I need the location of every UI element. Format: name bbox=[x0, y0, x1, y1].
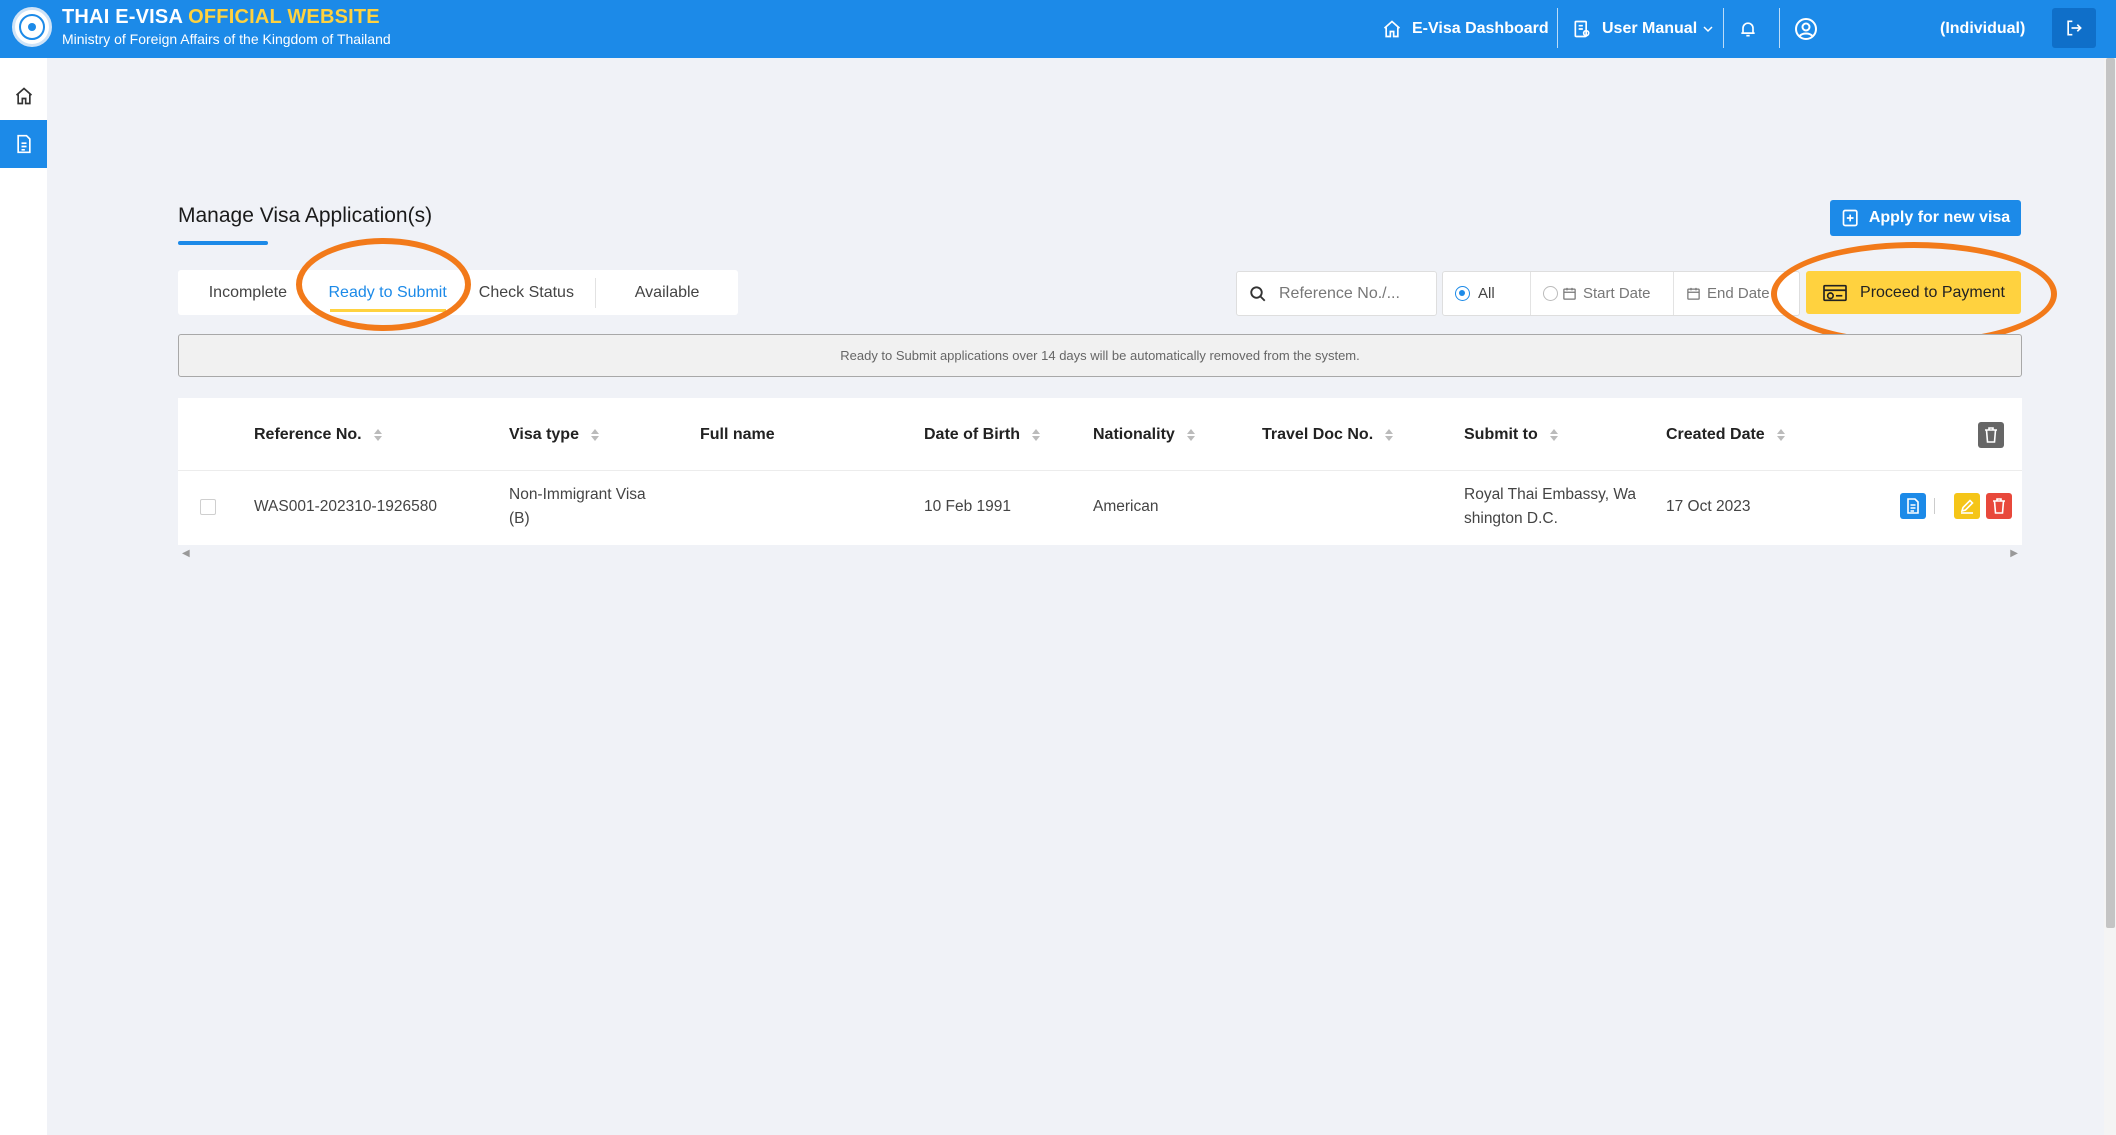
delete-selected-button[interactable] bbox=[1978, 422, 2004, 448]
brand[interactable]: THAI E-VISA OFFICIAL WEBSITE Ministry of… bbox=[12, 6, 391, 47]
apply-new-visa-button[interactable]: Apply for new visa bbox=[1830, 200, 2021, 236]
scrollbar-thumb[interactable] bbox=[2106, 58, 2115, 928]
column-created-date[interactable]: Created Date bbox=[1666, 398, 1785, 471]
tab-check-status[interactable]: Check Status bbox=[458, 270, 596, 315]
radio-icon bbox=[1543, 286, 1558, 301]
row-checkbox[interactable] bbox=[200, 499, 216, 515]
start-date-field[interactable]: Start Date bbox=[1531, 272, 1674, 315]
site-title: THAI E-VISA OFFICIAL WEBSITE bbox=[62, 6, 391, 29]
view-application-button[interactable] bbox=[1900, 493, 1926, 519]
site-title-accent: OFFICIAL WEBSITE bbox=[188, 6, 380, 28]
proceed-to-payment-button[interactable]: Proceed to Payment bbox=[1806, 271, 2021, 314]
table-header: Reference No. Visa type Full name Date o… bbox=[178, 398, 2022, 471]
end-date-field[interactable]: End Date bbox=[1674, 272, 1799, 315]
site-subtitle: Ministry of Foreign Affairs of the Kingd… bbox=[62, 31, 391, 47]
search-icon bbox=[1250, 285, 1266, 301]
radio-selected-icon bbox=[1455, 286, 1470, 301]
cell-visa-type: Non-Immigrant Visa (B) bbox=[509, 486, 646, 527]
delete-application-button[interactable] bbox=[1986, 493, 2012, 519]
sidebar-item-applications[interactable] bbox=[0, 120, 47, 168]
calendar-icon bbox=[1687, 287, 1700, 300]
filter-all-label: All bbox=[1478, 285, 1495, 302]
table-row: WAS001-202310-1926580 Non-Immigrant Visa… bbox=[178, 471, 2022, 543]
tab-ready-to-submit[interactable]: Ready to Submit bbox=[318, 270, 458, 315]
column-date-of-birth[interactable]: Date of Birth bbox=[924, 398, 1040, 471]
sidebar bbox=[0, 58, 47, 1135]
manual-icon bbox=[1574, 20, 1590, 38]
scroll-left-icon[interactable]: ◀ bbox=[182, 548, 190, 559]
profile-button[interactable] bbox=[1794, 0, 1828, 58]
cell-created-date: 17 Oct 2023 bbox=[1666, 498, 1751, 515]
column-submit-to[interactable]: Submit to bbox=[1464, 398, 1558, 471]
sidebar-item-home[interactable] bbox=[0, 72, 47, 120]
vertical-scrollbar[interactable] bbox=[2104, 58, 2116, 1135]
column-nationality[interactable]: Nationality bbox=[1093, 398, 1195, 471]
pencil-icon bbox=[1960, 499, 1974, 514]
apply-new-visa-label: Apply for new visa bbox=[1868, 209, 2011, 226]
sort-icon bbox=[1776, 428, 1785, 441]
chevron-down-icon bbox=[1703, 26, 1713, 33]
nav-user-manual-label: User Manual bbox=[1602, 20, 1698, 37]
home-icon bbox=[1383, 20, 1401, 38]
start-date-label: Start Date bbox=[1583, 285, 1651, 302]
sort-icon bbox=[1549, 428, 1558, 441]
cell-submit-to: Royal Thai Embassy, Washington D.C. bbox=[1464, 486, 1636, 527]
trash-icon bbox=[1993, 498, 2005, 514]
logout-button[interactable] bbox=[2052, 8, 2096, 48]
document-icon bbox=[1907, 498, 1919, 514]
cell-nationality: American bbox=[1093, 498, 1159, 515]
column-full-name: Full name bbox=[700, 425, 775, 443]
column-visa-type[interactable]: Visa type bbox=[509, 398, 599, 471]
date-filter: All Start Date End Date bbox=[1442, 271, 1800, 316]
nav-dashboard-label: E-Visa Dashboard bbox=[1412, 20, 1549, 37]
sort-icon bbox=[373, 428, 382, 441]
notifications-button[interactable] bbox=[1738, 0, 1768, 58]
add-document-icon bbox=[1842, 209, 1858, 227]
bell-icon bbox=[1741, 22, 1755, 37]
search-box bbox=[1236, 271, 1437, 316]
calendar-icon bbox=[1563, 287, 1576, 300]
info-notice: Ready to Submit applications over 14 day… bbox=[178, 334, 2022, 377]
nav-user-manual[interactable]: User Manual bbox=[1572, 0, 1713, 58]
account-type-label: (Individual) bbox=[1940, 20, 2026, 37]
user-circle-icon bbox=[1795, 18, 1817, 40]
trash-icon bbox=[1985, 427, 1997, 443]
cell-reference: WAS001-202310-1926580 bbox=[254, 498, 437, 515]
column-reference-no[interactable]: Reference No. bbox=[254, 398, 382, 471]
sort-icon bbox=[1385, 428, 1394, 441]
horizontal-scrollbar[interactable]: ◀ ▶ bbox=[178, 548, 2022, 559]
scroll-right-icon[interactable]: ▶ bbox=[2010, 548, 2018, 559]
tab-incomplete[interactable]: Incomplete bbox=[178, 270, 318, 315]
status-tabs: Incomplete Ready to Submit Check Status … bbox=[178, 270, 738, 315]
tab-available[interactable]: Available bbox=[596, 270, 738, 315]
search-input[interactable] bbox=[1279, 284, 1429, 303]
top-bar: THAI E-VISA OFFICIAL WEBSITE Ministry of… bbox=[0, 0, 2116, 58]
cell-date-of-birth: 10 Feb 1991 bbox=[924, 498, 1012, 515]
ministry-seal-logo bbox=[12, 6, 52, 47]
document-icon bbox=[16, 134, 31, 154]
edit-application-button[interactable] bbox=[1954, 493, 1980, 519]
sort-icon bbox=[1186, 428, 1195, 441]
page-title: Manage Visa Application(s) bbox=[178, 204, 433, 227]
sort-icon bbox=[1032, 428, 1040, 441]
proceed-to-payment-label: Proceed to Payment bbox=[1860, 283, 2005, 301]
nav-dashboard[interactable]: E-Visa Dashboard bbox=[1382, 0, 1549, 58]
column-travel-doc-no[interactable]: Travel Doc No. bbox=[1262, 398, 1394, 471]
page-title-underline bbox=[178, 241, 268, 245]
end-date-label: End Date bbox=[1707, 285, 1770, 302]
logout-icon bbox=[2067, 20, 2082, 36]
sort-icon bbox=[590, 428, 599, 441]
payment-icon bbox=[1823, 284, 1847, 301]
site-title-main: THAI E-VISA bbox=[62, 6, 183, 28]
filter-all-radio[interactable]: All bbox=[1443, 272, 1531, 315]
home-icon bbox=[15, 87, 32, 105]
account-type: (Individual) bbox=[1940, 0, 2025, 58]
applications-table: Reference No. Visa type Full name Date o… bbox=[178, 398, 2022, 545]
